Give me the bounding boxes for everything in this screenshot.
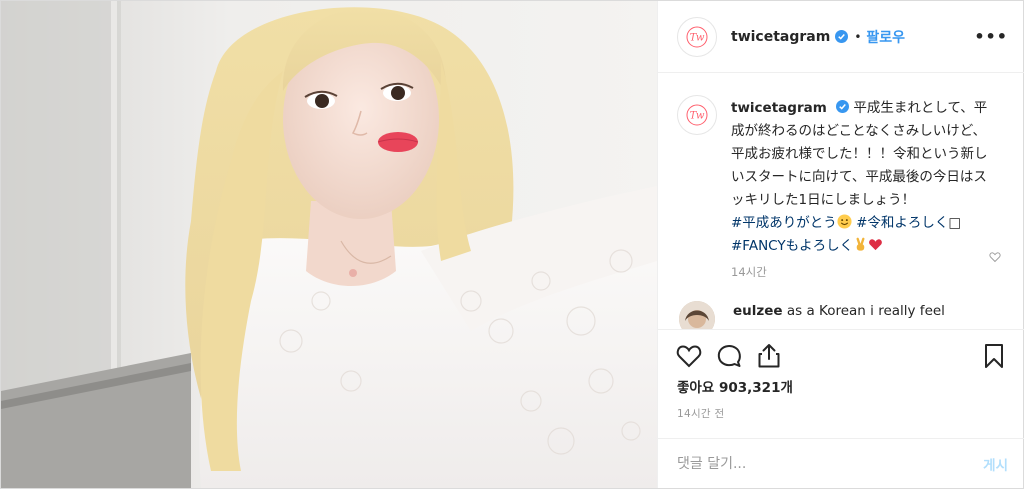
follow-button[interactable]: 팔로우 (866, 27, 905, 47)
selfie-image (1, 1, 657, 488)
share-icon[interactable] (755, 342, 783, 370)
victory-hand-emoji-icon (856, 237, 865, 251)
verified-badge-icon (835, 30, 849, 43)
separator-dot: • (854, 29, 862, 44)
smile-emoji-icon (837, 214, 852, 229)
likes-number: 903,321개 (718, 380, 793, 396)
svg-text:Tw: Tw (690, 111, 705, 122)
post-photo[interactable] (1, 1, 657, 488)
hashtag-link[interactable]: #令和よろしく (856, 215, 948, 231)
post-side-panel: Tw twicetagram • 팔로우 ••• Tw twicetagram … (657, 1, 1024, 488)
verified-badge-icon (836, 100, 850, 113)
more-options-icon[interactable]: ••• (974, 27, 1008, 46)
caption: Tw twicetagram 平成生まれとして、平成が終わるのはどことなくさみし… (677, 95, 1008, 258)
caption-timestamp: 14시간 (731, 265, 767, 279)
comment-body: as a Korean i really feel (786, 303, 945, 319)
post-header: Tw twicetagram • 팔로우 ••• (658, 1, 1024, 73)
heart-icon[interactable] (675, 342, 703, 370)
action-bar (658, 329, 1024, 377)
red-heart-emoji-icon (869, 239, 882, 251)
caption-avatar[interactable]: Tw (677, 95, 717, 135)
post-comment-button[interactable]: 게시 (983, 454, 1008, 474)
caption-username[interactable]: twicetagram (731, 100, 827, 116)
author-avatar[interactable]: Tw (677, 16, 717, 57)
comment-composer: 게시 (658, 438, 1024, 488)
post-timestamp[interactable]: 14시간 전 (677, 406, 724, 421)
commenter-username[interactable]: eulzee (733, 303, 783, 319)
commenter-photo (679, 301, 715, 329)
comments-area: Tw twicetagram 平成生まれとして、平成が終わるのはどことなくさみし… (658, 73, 1024, 329)
commenter-avatar[interactable] (679, 301, 715, 329)
comment-icon[interactable] (715, 342, 743, 370)
svg-text:Tw: Tw (690, 32, 705, 43)
caption-text: twicetagram 平成生まれとして、平成が終わるのはどことなくさみしいけど… (731, 97, 989, 258)
comment-like-icon[interactable] (989, 251, 1001, 263)
comment-text: eulzee as a Korean i really feel (733, 302, 945, 320)
twice-logo-icon: Tw (686, 26, 708, 47)
bookmark-icon[interactable] (980, 342, 1008, 370)
likes-label: 좋아요 (677, 380, 715, 396)
twice-logo-icon: Tw (686, 104, 708, 126)
hashtag-link[interactable]: #平成ありがとう (731, 215, 837, 231)
hashtag-link[interactable]: #FANCYもよろしく (731, 238, 853, 254)
instagram-post-modal: Tw twicetagram • 팔로우 ••• Tw twicetagram … (0, 0, 1024, 489)
like-count[interactable]: 좋아요 903,321개 (677, 376, 793, 396)
comment-item: eulzee as a Korean i really feel (677, 301, 1008, 329)
author-username[interactable]: twicetagram (731, 29, 830, 45)
missing-glyph-icon: □ (948, 215, 962, 231)
comment-input[interactable] (677, 455, 984, 472)
caption-body: 平成生まれとして、平成が終わるのはどことなくさみしいけど、平成お疲れ様でした！！… (731, 100, 988, 208)
